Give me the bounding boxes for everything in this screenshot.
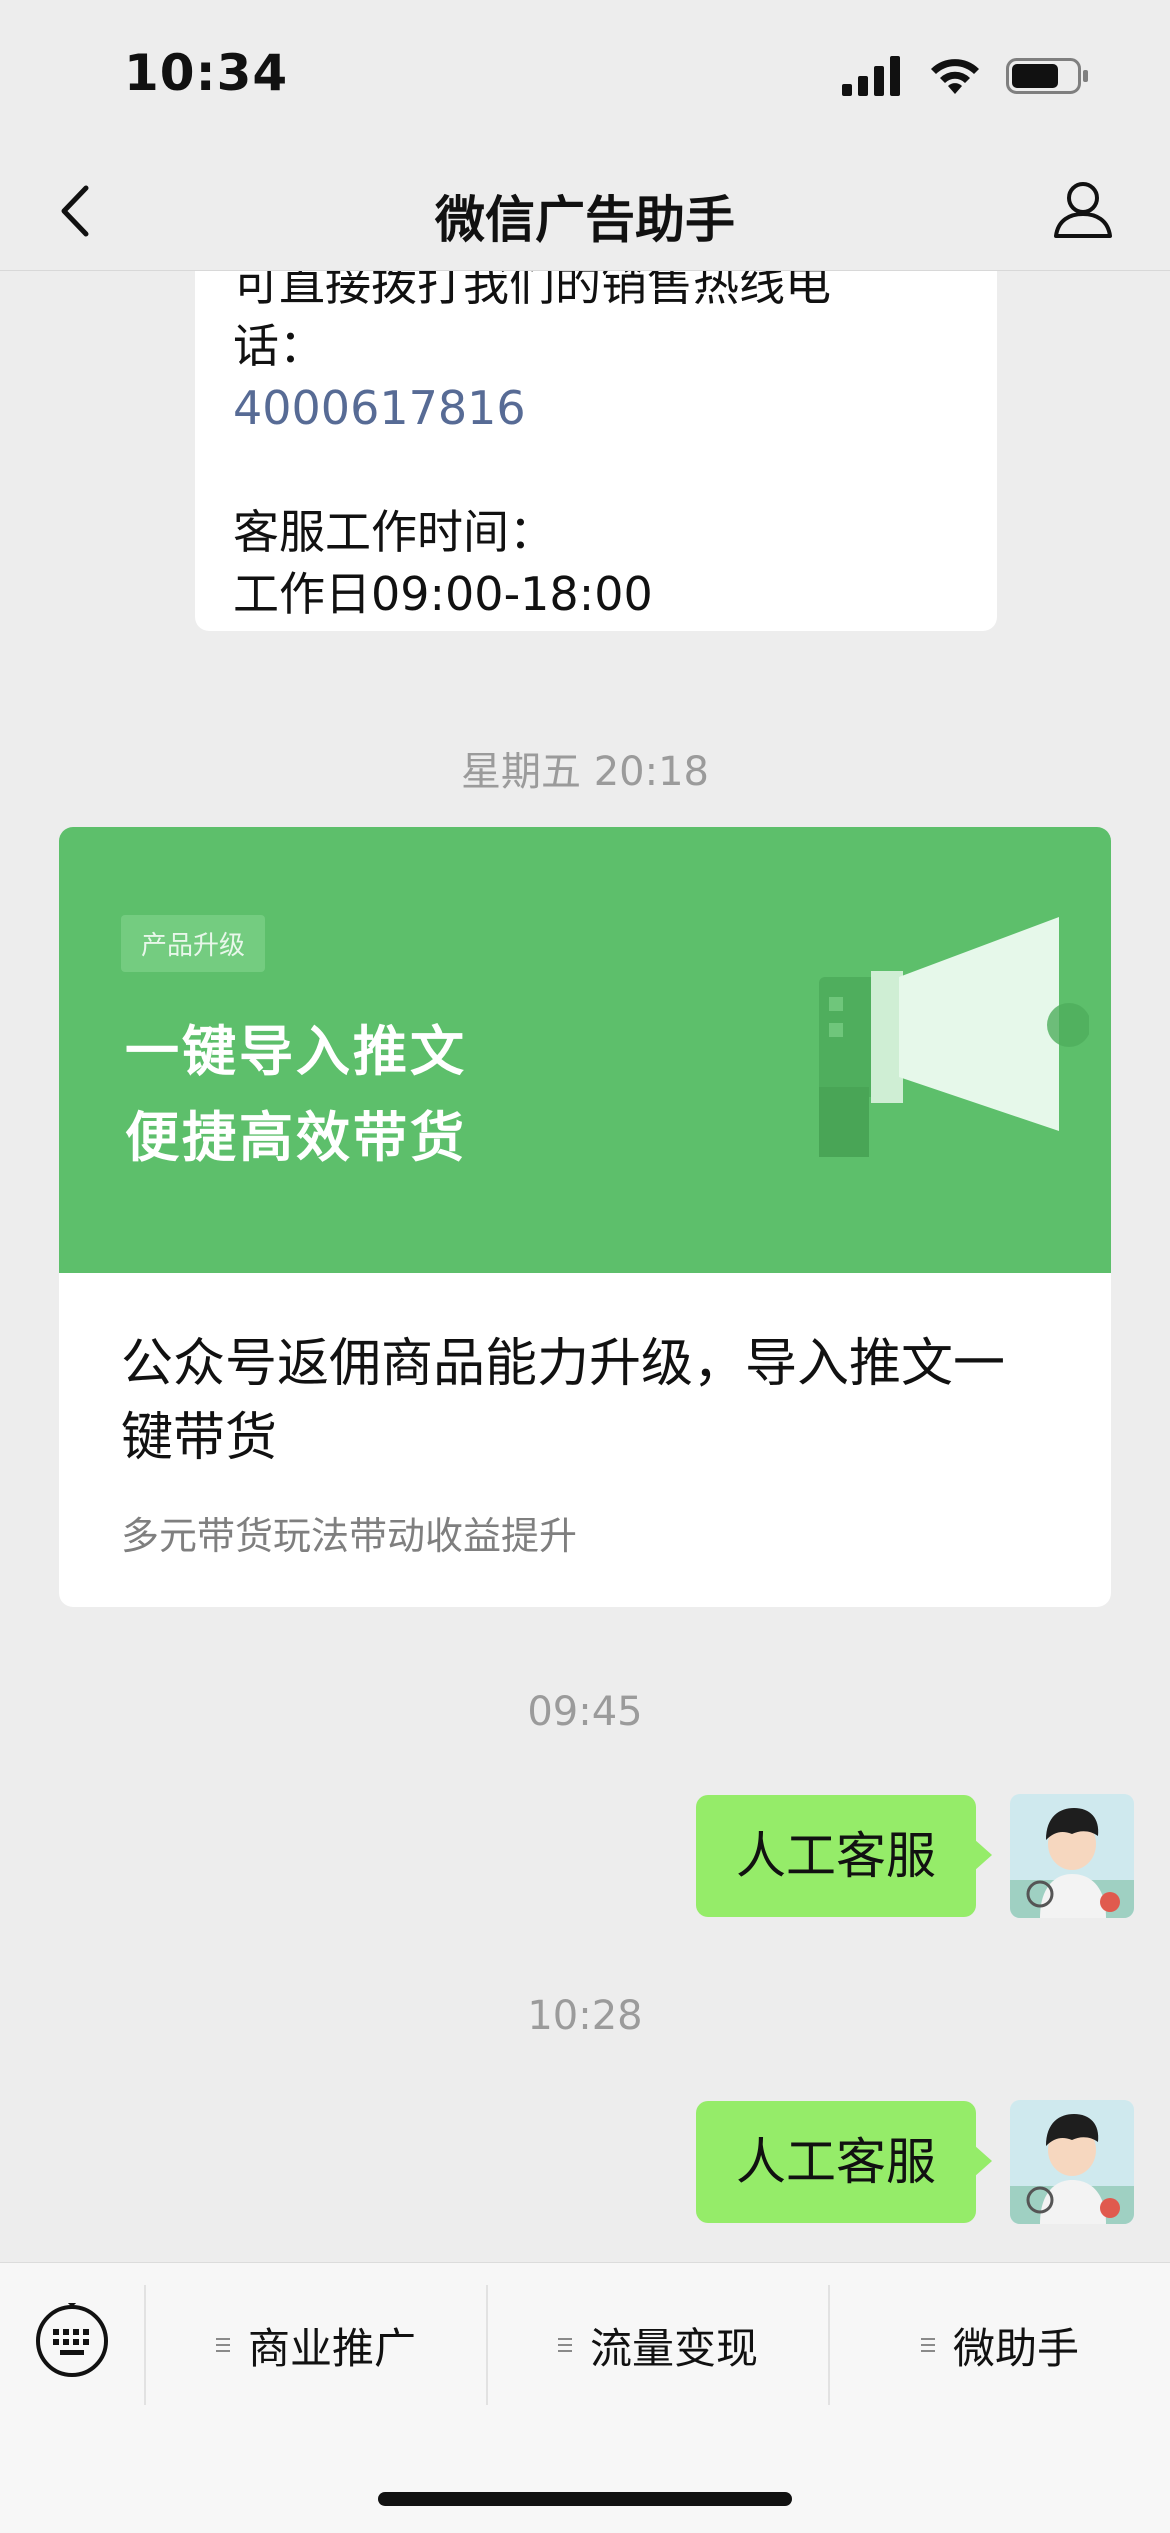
promo-banner: 产品升级 一键导入推文 便捷高效带货 (59, 827, 1111, 1273)
promo-tag: 产品升级 (121, 915, 266, 972)
navigation-bar: 微信广告助手 (0, 150, 1170, 271)
menu-item-traffic-monetization[interactable]: 流量变现 (488, 2285, 828, 2405)
hours-value: 工作日09:00-18:00 (233, 567, 653, 621)
menu-item-mini-assistant[interactable]: 微助手 (830, 2285, 1170, 2405)
hours-label: 客服工作时间： (233, 505, 555, 559)
status-time: 10:34 (124, 44, 289, 102)
menu-item-label: 流量变现 (589, 2323, 758, 2373)
promo-article-card[interactable]: 产品升级 一键导入推文 便捷高效带货 公众号返佣商品能力升级，导入推文一键带货 … (59, 827, 1111, 1607)
megaphone-icon (819, 917, 1089, 1157)
status-icons (842, 56, 1090, 96)
slogan-line: 便捷高效带货 (125, 1106, 467, 1169)
message-line: 可直接拨打我们的销售热线电 (233, 271, 831, 311)
menu-item-business-promotion[interactable]: 商业推广 (146, 2285, 486, 2405)
page-title: 微信广告助手 (435, 191, 735, 249)
timestamp: 10:28 (527, 1993, 643, 2039)
keyboard-icon[interactable] (34, 2303, 110, 2379)
phone-link[interactable]: 4000617816 (233, 377, 959, 439)
menu-list-icon (920, 2334, 935, 2356)
menu-list-icon (215, 2334, 230, 2356)
message-row-outgoing: 人工客服 (696, 2099, 1134, 2225)
battery-icon (1006, 58, 1088, 94)
promo-slogan: 一键导入推文 便捷高效带货 (125, 1009, 467, 1181)
person-icon[interactable] (1048, 174, 1118, 244)
chat-area[interactable]: 可直接拨打我们的销售热线电 话： 4000617816 客服工作时间： 工作日0… (0, 271, 1170, 2261)
timestamp: 星期五 20:18 (461, 749, 709, 795)
promo-subtitle: 多元带货玩法带动收益提升 (121, 1514, 578, 1558)
text-message-card: 可直接拨打我们的销售热线电 话： 4000617816 客服工作时间： 工作日0… (195, 271, 997, 631)
promo-headline: 公众号返佣商品能力升级，导入推文一键带货 (121, 1334, 1006, 1468)
message-line: 话： (233, 319, 325, 373)
avatar[interactable] (1010, 1794, 1134, 1918)
home-indicator[interactable] (378, 2492, 792, 2506)
slogan-line: 一键导入推文 (125, 1020, 467, 1083)
wifi-icon (931, 59, 979, 94)
menu-list-icon (557, 2334, 572, 2356)
user-avatar-image (1010, 2100, 1134, 2224)
user-avatar-image (1010, 1794, 1134, 1918)
message-row-outgoing: 人工客服 (696, 1793, 1134, 1919)
status-bar: 10:34 (0, 0, 1170, 150)
avatar[interactable] (1010, 2100, 1134, 2224)
outgoing-message-bubble[interactable]: 人工客服 (696, 1795, 992, 1917)
timestamp: 09:45 (527, 1689, 643, 1735)
cellular-signal-icon (842, 56, 900, 96)
menu-item-label: 商业推广 (247, 2323, 416, 2373)
menu-item-label: 微助手 (952, 2323, 1079, 2373)
outgoing-message-bubble[interactable]: 人工客服 (696, 2101, 992, 2223)
